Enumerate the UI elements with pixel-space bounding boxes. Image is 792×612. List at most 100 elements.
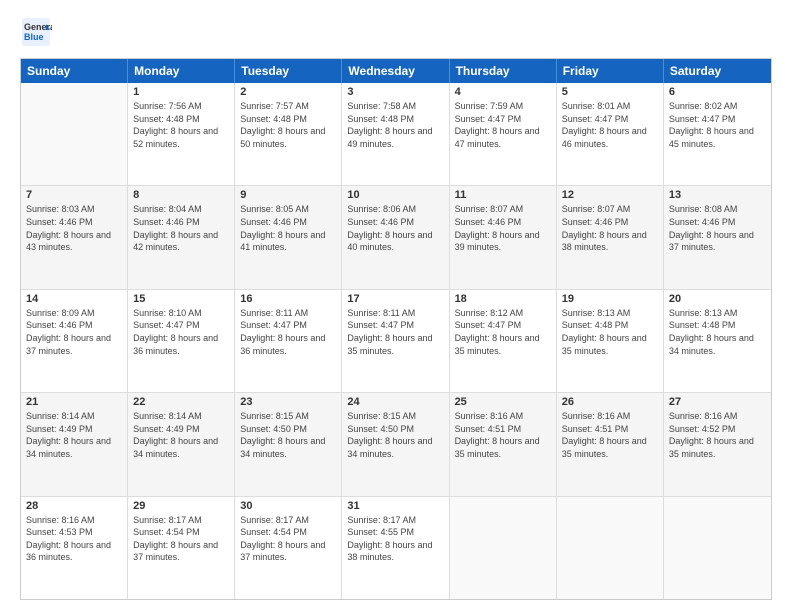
- calendar-body: 1 Sunrise: 7:56 AMSunset: 4:48 PMDaylight…: [21, 83, 771, 599]
- day-number: 31: [347, 500, 443, 512]
- calendar-cell-4-1: 29 Sunrise: 8:17 AMSunset: 4:54 PMDayligh…: [128, 497, 235, 599]
- calendar-cell-4-6: [664, 497, 771, 599]
- day-number: 20: [669, 293, 766, 305]
- calendar-cell-4-0: 28 Sunrise: 8:16 AMSunset: 4:53 PMDayligh…: [21, 497, 128, 599]
- calendar-cell-2-4: 18 Sunrise: 8:12 AMSunset: 4:47 PMDayligh…: [450, 290, 557, 392]
- logo-icon: General Blue: [20, 16, 52, 48]
- calendar-cell-0-3: 3 Sunrise: 7:58 AMSunset: 4:48 PMDaylight…: [342, 83, 449, 185]
- day-detail: Sunrise: 8:17 AMSunset: 4:54 PMDaylight:…: [240, 514, 336, 564]
- calendar-cell-4-3: 31 Sunrise: 8:17 AMSunset: 4:55 PMDayligh…: [342, 497, 449, 599]
- day-detail: Sunrise: 8:17 AMSunset: 4:55 PMDaylight:…: [347, 514, 443, 564]
- day-number: 3: [347, 86, 443, 98]
- day-detail: Sunrise: 8:07 AMSunset: 4:46 PMDaylight:…: [562, 203, 658, 253]
- day-number: 6: [669, 86, 766, 98]
- day-number: 8: [133, 189, 229, 201]
- calendar-page: General Blue SundayMondayTuesdayWednesda…: [0, 0, 792, 612]
- day-detail: Sunrise: 8:01 AMSunset: 4:47 PMDaylight:…: [562, 100, 658, 150]
- calendar-cell-2-2: 16Sunrise: 8:11 AMSunset: 4:47 PMDayligh…: [235, 290, 342, 392]
- day-number: 29: [133, 500, 229, 512]
- day-detail: Sunrise: 8:17 AMSunset: 4:54 PMDaylight:…: [133, 514, 229, 564]
- day-number: 4: [455, 86, 551, 98]
- calendar-cell-3-2: 23 Sunrise: 8:15 AMSunset: 4:50 PMDayligh…: [235, 393, 342, 495]
- calendar-cell-2-1: 15 Sunrise: 8:10 AMSunset: 4:47 PMDayligh…: [128, 290, 235, 392]
- calendar-row-0: 1 Sunrise: 7:56 AMSunset: 4:48 PMDaylight…: [21, 83, 771, 186]
- calendar-cell-2-3: 17 Sunrise: 8:11 AMSunset: 4:47 PMDayligh…: [342, 290, 449, 392]
- day-number: 30: [240, 500, 336, 512]
- day-number: 19: [562, 293, 658, 305]
- day-detail: Sunrise: 7:56 AMSunset: 4:48 PMDaylight:…: [133, 100, 229, 150]
- day-detail: Sunrise: 8:07 AMSunset: 4:46 PMDaylight:…: [455, 203, 551, 253]
- calendar-cell-0-0: [21, 83, 128, 185]
- calendar-cell-1-5: 12 Sunrise: 8:07 AMSunset: 4:46 PMDayligh…: [557, 186, 664, 288]
- weekday-header-thursday: Thursday: [450, 59, 557, 83]
- calendar-cell-1-4: 11 Sunrise: 8:07 AMSunset: 4:46 PMDayligh…: [450, 186, 557, 288]
- day-number: 23: [240, 396, 336, 408]
- calendar-cell-4-2: 30 Sunrise: 8:17 AMSunset: 4:54 PMDayligh…: [235, 497, 342, 599]
- calendar-cell-0-4: 4Sunrise: 7:59 AMSunset: 4:47 PMDaylight…: [450, 83, 557, 185]
- day-detail: Sunrise: 7:58 AMSunset: 4:48 PMDaylight:…: [347, 100, 443, 150]
- calendar-cell-4-5: [557, 497, 664, 599]
- day-number: 25: [455, 396, 551, 408]
- calendar-cell-1-0: 7 Sunrise: 8:03 AMSunset: 4:46 PMDaylight…: [21, 186, 128, 288]
- day-number: 28: [26, 500, 122, 512]
- day-number: 1: [133, 86, 229, 98]
- day-detail: Sunrise: 8:14 AMSunset: 4:49 PMDaylight:…: [26, 410, 122, 460]
- day-detail: Sunrise: 8:16 AMSunset: 4:52 PMDaylight:…: [669, 410, 766, 460]
- day-number: 27: [669, 396, 766, 408]
- day-detail: Sunrise: 8:03 AMSunset: 4:46 PMDaylight:…: [26, 203, 122, 253]
- calendar-cell-4-4: [450, 497, 557, 599]
- calendar-header: SundayMondayTuesdayWednesdayThursdayFrid…: [21, 59, 771, 83]
- day-detail: Sunrise: 8:16 AMSunset: 4:51 PMDaylight:…: [455, 410, 551, 460]
- day-number: 12: [562, 189, 658, 201]
- calendar: SundayMondayTuesdayWednesdayThursdayFrid…: [20, 58, 772, 600]
- calendar-cell-1-3: 10 Sunrise: 8:06 AMSunset: 4:46 PMDayligh…: [342, 186, 449, 288]
- day-number: 26: [562, 396, 658, 408]
- day-detail: Sunrise: 8:15 AMSunset: 4:50 PMDaylight:…: [347, 410, 443, 460]
- calendar-cell-0-1: 1 Sunrise: 7:56 AMSunset: 4:48 PMDaylight…: [128, 83, 235, 185]
- day-number: 13: [669, 189, 766, 201]
- day-detail: Sunrise: 8:09 AMSunset: 4:46 PMDaylight:…: [26, 307, 122, 357]
- day-number: 22: [133, 396, 229, 408]
- calendar-cell-1-1: 8 Sunrise: 8:04 AMSunset: 4:46 PMDaylight…: [128, 186, 235, 288]
- calendar-cell-0-2: 2Sunrise: 7:57 AMSunset: 4:48 PMDaylight…: [235, 83, 342, 185]
- day-number: 10: [347, 189, 443, 201]
- calendar-cell-3-3: 24 Sunrise: 8:15 AMSunset: 4:50 PMDayligh…: [342, 393, 449, 495]
- calendar-cell-2-6: 20Sunrise: 8:13 AMSunset: 4:48 PMDayligh…: [664, 290, 771, 392]
- logo: General Blue: [20, 16, 52, 48]
- day-detail: Sunrise: 8:10 AMSunset: 4:47 PMDaylight:…: [133, 307, 229, 357]
- day-detail: Sunrise: 8:06 AMSunset: 4:46 PMDaylight:…: [347, 203, 443, 253]
- calendar-row-1: 7 Sunrise: 8:03 AMSunset: 4:46 PMDaylight…: [21, 186, 771, 289]
- calendar-cell-2-0: 14Sunrise: 8:09 AMSunset: 4:46 PMDayligh…: [21, 290, 128, 392]
- day-detail: Sunrise: 8:16 AMSunset: 4:53 PMDaylight:…: [26, 514, 122, 564]
- day-detail: Sunrise: 8:11 AMSunset: 4:47 PMDaylight:…: [240, 307, 336, 357]
- day-detail: Sunrise: 8:02 AMSunset: 4:47 PMDaylight:…: [669, 100, 766, 150]
- day-number: 11: [455, 189, 551, 201]
- day-number: 18: [455, 293, 551, 305]
- day-detail: Sunrise: 8:13 AMSunset: 4:48 PMDaylight:…: [562, 307, 658, 357]
- calendar-cell-1-2: 9Sunrise: 8:05 AMSunset: 4:46 PMDaylight…: [235, 186, 342, 288]
- calendar-cell-1-6: 13 Sunrise: 8:08 AMSunset: 4:46 PMDayligh…: [664, 186, 771, 288]
- calendar-cell-3-1: 22Sunrise: 8:14 AMSunset: 4:49 PMDayligh…: [128, 393, 235, 495]
- calendar-cell-3-6: 27 Sunrise: 8:16 AMSunset: 4:52 PMDayligh…: [664, 393, 771, 495]
- day-detail: Sunrise: 8:15 AMSunset: 4:50 PMDaylight:…: [240, 410, 336, 460]
- day-detail: Sunrise: 8:04 AMSunset: 4:46 PMDaylight:…: [133, 203, 229, 253]
- calendar-cell-3-5: 26 Sunrise: 8:16 AMSunset: 4:51 PMDayligh…: [557, 393, 664, 495]
- day-number: 7: [26, 189, 122, 201]
- day-detail: Sunrise: 8:08 AMSunset: 4:46 PMDaylight:…: [669, 203, 766, 253]
- day-number: 24: [347, 396, 443, 408]
- calendar-row-4: 28 Sunrise: 8:16 AMSunset: 4:53 PMDayligh…: [21, 497, 771, 599]
- weekday-header-tuesday: Tuesday: [235, 59, 342, 83]
- day-number: 21: [26, 396, 122, 408]
- day-number: 9: [240, 189, 336, 201]
- day-number: 15: [133, 293, 229, 305]
- svg-text:Blue: Blue: [24, 32, 44, 42]
- calendar-row-2: 14Sunrise: 8:09 AMSunset: 4:46 PMDayligh…: [21, 290, 771, 393]
- calendar-cell-2-5: 19 Sunrise: 8:13 AMSunset: 4:48 PMDayligh…: [557, 290, 664, 392]
- day-detail: Sunrise: 8:16 AMSunset: 4:51 PMDaylight:…: [562, 410, 658, 460]
- day-detail: Sunrise: 7:57 AMSunset: 4:48 PMDaylight:…: [240, 100, 336, 150]
- day-detail: Sunrise: 8:12 AMSunset: 4:47 PMDaylight:…: [455, 307, 551, 357]
- weekday-header-saturday: Saturday: [664, 59, 771, 83]
- day-detail: Sunrise: 8:11 AMSunset: 4:47 PMDaylight:…: [347, 307, 443, 357]
- weekday-header-wednesday: Wednesday: [342, 59, 449, 83]
- day-number: 17: [347, 293, 443, 305]
